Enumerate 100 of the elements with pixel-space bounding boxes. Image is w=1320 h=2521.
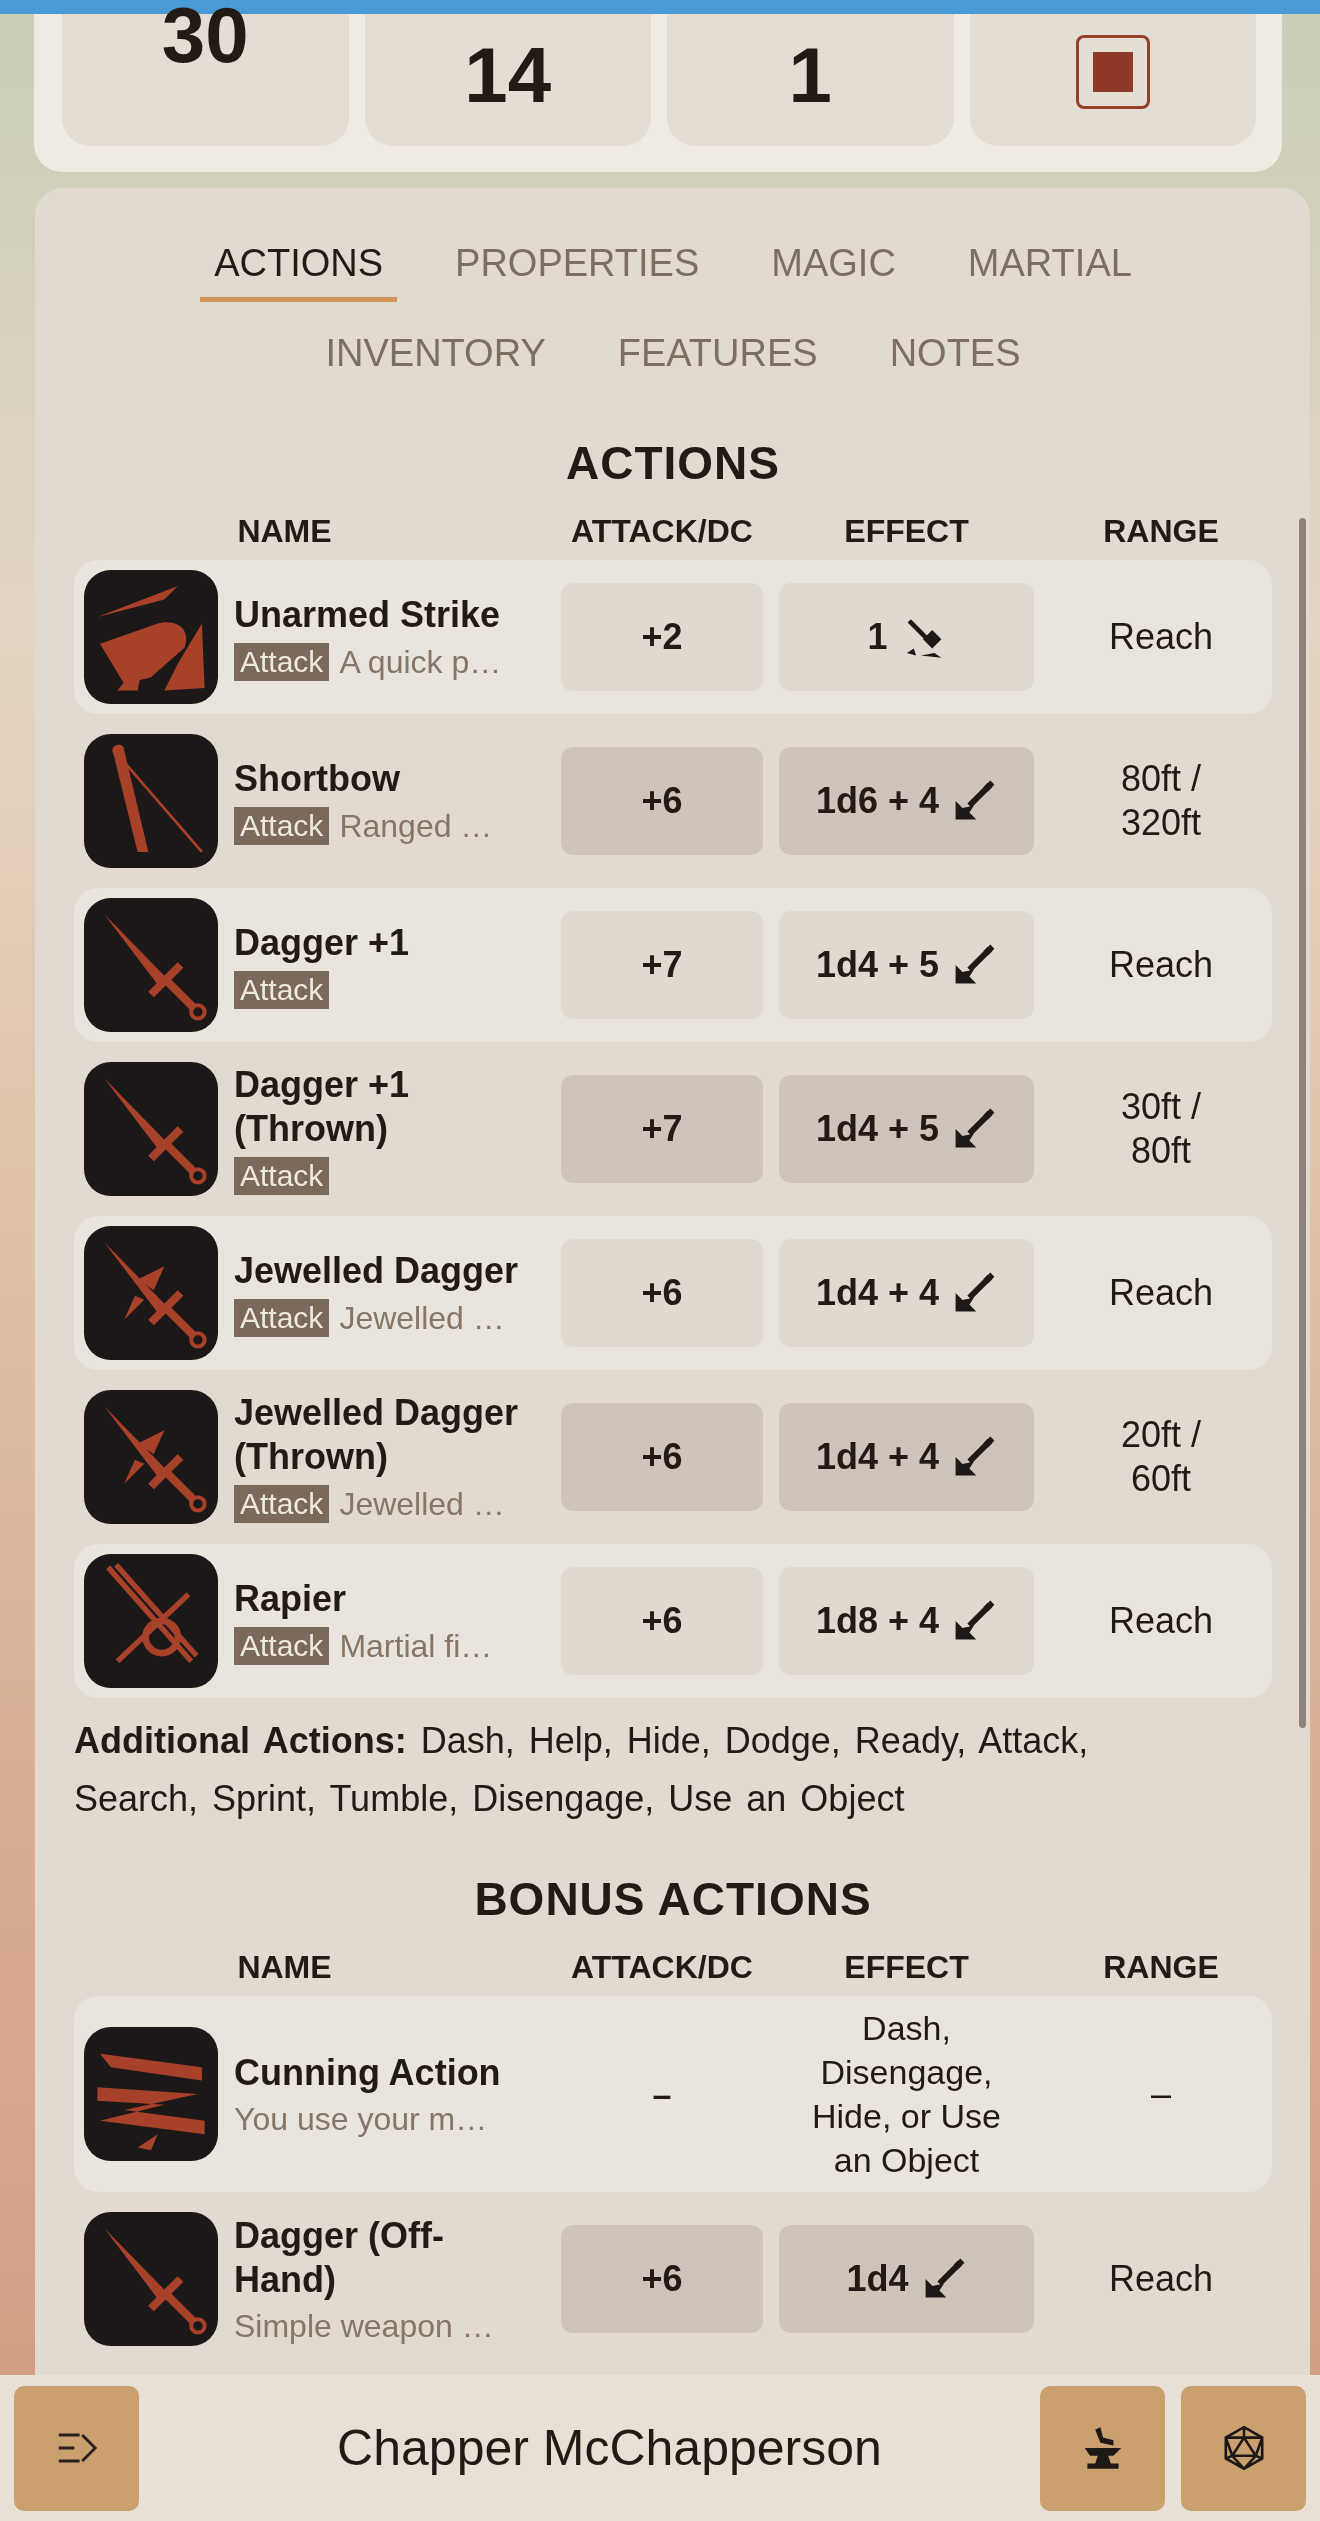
damage-value: 1d4 + 5 bbox=[815, 1108, 940, 1150]
attack-bonus-button[interactable]: +6 bbox=[561, 1403, 763, 1511]
damage-value: 1d8 + 4 bbox=[815, 1600, 940, 1642]
dagger-icon bbox=[84, 1062, 218, 1196]
range-text: 20ft / 60ft bbox=[1119, 1413, 1203, 1501]
range-text: 30ft / 80ft bbox=[1119, 1085, 1203, 1173]
stat-value: 1 bbox=[788, 36, 832, 114]
range-text: Reach bbox=[1107, 943, 1215, 987]
section-title: ACTIONS bbox=[565, 436, 781, 490]
action-row[interactable]: Jewelled Dagger (Thrown) Attack Jewelled … +6 1d4 + 4 20ft / 60ft bbox=[74, 1380, 1272, 1534]
attack-bonus-button[interactable]: +2 bbox=[561, 583, 763, 691]
tab[interactable]: MAGIC bbox=[757, 242, 910, 302]
action-name: Dagger +1 bbox=[234, 921, 411, 965]
range-text: 80ft / 320ft bbox=[1119, 757, 1203, 845]
damage-button[interactable]: 1d4 + 4 bbox=[779, 1403, 1034, 1511]
attack-bonus-button[interactable]: +6 bbox=[561, 2225, 763, 2333]
damage-button[interactable]: 1d4 + 5 bbox=[779, 911, 1034, 1019]
attack-tag: Attack bbox=[234, 807, 330, 845]
attack-bonus-button[interactable]: +6 bbox=[561, 1567, 763, 1675]
tab[interactable]: INVENTORY bbox=[311, 332, 560, 392]
attack-bonus-button[interactable]: +7 bbox=[561, 911, 763, 1019]
anvil-button[interactable] bbox=[1040, 2385, 1165, 2511]
dagger-icon bbox=[84, 1390, 218, 1524]
range-text: Reach bbox=[1107, 1599, 1215, 1643]
damage-button[interactable]: 1 bbox=[779, 583, 1034, 691]
action-row[interactable]: Dagger +1 Attack +7 1d4 + 5 Reach bbox=[74, 888, 1272, 1042]
column-header: EFFECT bbox=[843, 512, 970, 550]
range-text: Reach bbox=[1107, 615, 1215, 659]
damage-button[interactable]: 1d6 + 4 bbox=[779, 747, 1034, 855]
action-name: Dagger +1 (Thrown) bbox=[234, 1063, 411, 1151]
additional-actions-text: Additional Actions: Dash, Help, Hide, Dodge, Ready, Attack, Search, Sprint, Tumble, Disengage, Use an Object bbox=[74, 1719, 1090, 1821]
damage-value: 1d4 + 4 bbox=[815, 1436, 940, 1478]
action-description: A quick p… bbox=[339, 643, 502, 681]
stat-value: 30 bbox=[161, 0, 249, 74]
damage-button[interactable]: 1d8 + 4 bbox=[779, 1567, 1034, 1675]
attack-tag: Attack bbox=[234, 1157, 330, 1195]
action-row[interactable]: Jewelled Dagger Attack Jewelled … +6 1d4 + 4 Reach bbox=[74, 1216, 1272, 1370]
action-name: Rapier bbox=[234, 1577, 348, 1621]
column-header: ATTACK/DC bbox=[570, 512, 754, 550]
fist-icon bbox=[84, 570, 218, 704]
column-header: NAME bbox=[236, 1948, 333, 1986]
dagger-icon bbox=[84, 1226, 218, 1360]
action-description: Ranged … bbox=[339, 807, 493, 845]
section-title: BONUS ACTIONS bbox=[473, 1872, 873, 1926]
attack-tag: Attack bbox=[234, 1627, 330, 1665]
bow-icon bbox=[84, 734, 218, 868]
attack-bonus-button[interactable]: +7 bbox=[561, 1075, 763, 1183]
action-row[interactable]: Rapier Attack Martial fi… +6 1d8 + 4 Reach bbox=[74, 1544, 1272, 1698]
action-description: You use your m… bbox=[234, 2100, 488, 2138]
damage-value: 1d6 + 4 bbox=[815, 780, 940, 822]
attack-tag: Attack bbox=[234, 971, 330, 1009]
tab[interactable]: ACTIONS bbox=[200, 242, 398, 302]
action-name: Unarmed Strike bbox=[234, 593, 502, 637]
action-row[interactable]: Dagger +1 (Thrown) Attack +7 1d4 + 5 30ft / 80ft bbox=[74, 1052, 1272, 1206]
action-row[interactable]: Cunning Action You use your m… – Dash, Disengage, Hide, or Use an Object – bbox=[74, 1996, 1272, 2192]
range-text: – bbox=[1150, 2072, 1172, 2116]
dagger-icon bbox=[84, 2212, 218, 2346]
column-header: EFFECT bbox=[843, 1948, 970, 1986]
rapier-icon bbox=[84, 1554, 218, 1688]
damage-value: 1d4 + 4 bbox=[815, 1272, 940, 1314]
damage-button[interactable]: 1d4 + 5 bbox=[779, 1075, 1034, 1183]
attack-tag: Attack bbox=[234, 1485, 330, 1523]
action-description: Martial fi… bbox=[339, 1627, 493, 1665]
damage-button[interactable]: 1d4 bbox=[779, 2225, 1034, 2333]
character-name: Chapper McChapperson bbox=[336, 2419, 883, 2477]
damage-value: 1d4 bbox=[846, 2258, 909, 2300]
tab[interactable]: MARTIAL bbox=[953, 242, 1146, 302]
action-name: Jewelled Dagger (Thrown) bbox=[234, 1391, 520, 1479]
tab[interactable]: NOTES bbox=[875, 332, 1035, 392]
damage-value: 1 bbox=[867, 616, 888, 658]
action-name: Shortbow bbox=[234, 757, 401, 801]
column-header: NAME bbox=[236, 512, 333, 550]
action-name: Dagger (Off-Hand) bbox=[234, 2213, 445, 2302]
attack-tag: Attack bbox=[234, 1299, 330, 1337]
attack-tag: Attack bbox=[234, 643, 330, 681]
action-description: Jewelled … bbox=[339, 1485, 505, 1523]
column-header: ATTACK/DC bbox=[570, 1948, 754, 1986]
action-name: Cunning Action bbox=[234, 2050, 502, 2095]
column-header: RANGE bbox=[1102, 512, 1220, 550]
action-description: Jewelled … bbox=[339, 1299, 505, 1337]
attack-bonus-button[interactable]: +6 bbox=[561, 747, 763, 855]
damage-value: 1d4 + 5 bbox=[815, 944, 940, 986]
tab[interactable]: FEATURES bbox=[603, 332, 832, 392]
column-header: RANGE bbox=[1102, 1948, 1220, 1986]
scrollbar[interactable] bbox=[1299, 518, 1306, 1728]
attack-value: – bbox=[651, 2074, 673, 2114]
action-row[interactable]: Unarmed Strike Attack A quick p… +2 1 Reach bbox=[74, 560, 1272, 714]
checkbox[interactable] bbox=[1075, 35, 1150, 109]
dice-button[interactable] bbox=[1181, 2385, 1306, 2511]
action-name: Jewelled Dagger bbox=[234, 1249, 520, 1293]
action-description: Simple weapon … bbox=[234, 2307, 494, 2345]
attack-bonus-button[interactable]: +6 bbox=[561, 1239, 763, 1347]
tab[interactable]: PROPERTIES bbox=[441, 242, 714, 302]
range-text: Reach bbox=[1107, 1271, 1215, 1315]
effect-text: Dash, Disengage, Hide, or Use an Object bbox=[811, 2008, 1002, 2181]
action-row[interactable]: Shortbow Attack Ranged … +6 1d6 + 4 80ft / 320ft bbox=[74, 724, 1272, 878]
damage-button[interactable]: 1d4 + 4 bbox=[779, 1239, 1034, 1347]
action-row[interactable]: Dagger (Off-Hand) Simple weapon … +6 1d4 Reach bbox=[74, 2202, 1272, 2356]
slash-icon bbox=[84, 2027, 218, 2161]
stat-value: 14 bbox=[464, 36, 552, 114]
